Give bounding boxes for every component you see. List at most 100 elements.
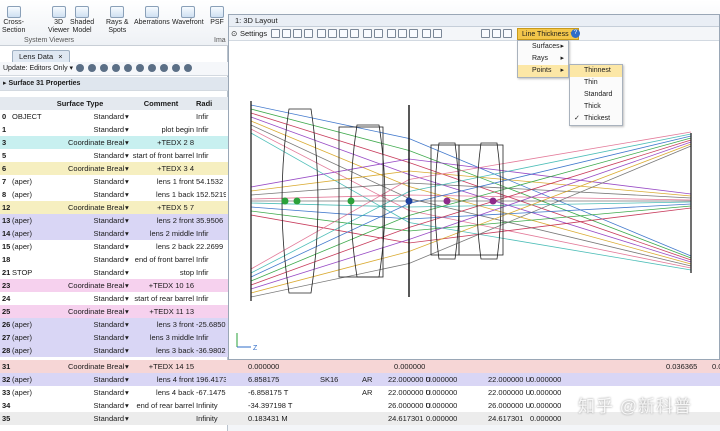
submenu-item-thickest[interactable]: ✓ Thickest <box>570 113 622 125</box>
table-row[interactable]: 13 (aper) Standard lens 2 front 35.9506 ▾ <box>0 214 228 227</box>
surface-type-cell[interactable]: Standard <box>68 175 124 188</box>
data-cell[interactable]: 0.000000 <box>426 399 482 412</box>
table-row[interactable]: 14 (aper) Standard lens 2 middle Infir ▾ <box>0 227 228 240</box>
close-icon[interactable]: × <box>58 52 62 61</box>
dropdown-chevron-icon[interactable]: ▾ <box>125 110 129 123</box>
surface-number[interactable]: 34 <box>2 399 14 412</box>
dropdown-chevron-icon[interactable]: ▾ <box>125 412 129 425</box>
table-row[interactable]: 8 (aper) Standard lens 1 back 152.5219 ▾ <box>0 188 228 201</box>
surface-name[interactable]: (aper) <box>12 331 68 344</box>
pan-icon[interactable] <box>374 29 383 38</box>
surface-type-cell[interactable]: Standard <box>68 227 124 240</box>
comment-cell[interactable]: +TEDX 3 4 <box>128 162 194 175</box>
refresh-icon[interactable] <box>271 29 280 38</box>
submenu-item-thinnest[interactable]: Thinnest <box>570 65 622 77</box>
settings-chevron-icon[interactable]: ⊙ <box>231 27 237 41</box>
dropdown-chevron-icon[interactable]: ▾ <box>125 227 129 240</box>
data-cell[interactable]: 0.000000 <box>394 360 450 373</box>
surface-name[interactable]: (aper) <box>12 240 68 253</box>
data-cell[interactable]: 0.183431 M <box>248 412 304 425</box>
window-icon[interactable] <box>433 29 442 38</box>
table-row[interactable]: 6 Coordinate Break +TEDX 3 4 ▾ <box>0 162 228 175</box>
surface-type-cell[interactable]: Coordinate Break <box>68 305 124 318</box>
submenu-item-thin[interactable]: Thin <box>570 77 622 89</box>
surface-type-cell[interactable]: Standard <box>68 266 124 279</box>
table-row[interactable]: 0 OBJECT Standard Infir ▾ <box>0 110 228 123</box>
surface-number[interactable]: 25 <box>2 305 14 318</box>
surface-name[interactable]: (aper) <box>12 227 68 240</box>
arrow-icon[interactable] <box>159 64 168 73</box>
surface-number[interactable]: 24 <box>2 292 14 305</box>
menu-item-surfaces[interactable]: Surfaces ▸ <box>518 41 568 53</box>
dropdown-chevron-icon[interactable]: ▾ <box>125 266 129 279</box>
radius-cell[interactable]: Infir <box>196 331 226 344</box>
data-cell[interactable]: 0.000000 <box>426 373 482 386</box>
rays-spots-button[interactable]: Rays & Spots <box>106 6 129 35</box>
submenu-item-thick[interactable]: Thick <box>570 101 622 113</box>
comment-cell[interactable]: lens 4 front <box>128 373 194 386</box>
surface-name[interactable]: (aper) <box>12 175 68 188</box>
surface-name[interactable]: (aper) <box>12 188 68 201</box>
surface-number[interactable]: 3 <box>2 136 14 149</box>
table-row[interactable]: 23 Coordinate Break +TEDX 10 16 ▾ <box>0 279 228 292</box>
table-row[interactable]: 27 (aper) Standard lens 3 middle Infir ▾ <box>0 331 228 344</box>
dropdown-chevron-icon[interactable]: ▾ <box>125 136 129 149</box>
radius-cell[interactable]: Infinity <box>196 399 226 412</box>
surface-name[interactable]: (aper) <box>12 344 68 357</box>
grid-view-icon[interactable] <box>481 29 490 38</box>
radius-cell[interactable]: 35.9506 <box>196 214 226 227</box>
z-icon[interactable] <box>183 64 192 73</box>
dropdown-chevron-icon[interactable]: ▾ <box>125 318 129 331</box>
surface-number[interactable]: 18 <box>2 253 14 266</box>
aberrations-button[interactable]: Aberrations <box>134 6 170 27</box>
radius-cell[interactable]: Infinity <box>196 412 226 425</box>
text-icon[interactable] <box>350 29 359 38</box>
radius-cell[interactable]: Infir <box>196 149 226 162</box>
camera-icon[interactable] <box>422 29 431 38</box>
surface-type-cell[interactable]: Coordinate Break <box>68 201 124 214</box>
lens-data-tab[interactable]: Lens Data × <box>12 50 70 62</box>
surface-properties-bar[interactable]: ▸ Surface 31 Properties <box>0 77 228 91</box>
surface-type-cell[interactable]: Coordinate Break <box>68 136 124 149</box>
table-row[interactable]: 7 (aper) Standard lens 1 front 54.1532 ▾ <box>0 175 228 188</box>
comment-cell[interactable]: end of front barrel <box>128 253 194 266</box>
psf-button[interactable]: PSF <box>210 6 224 27</box>
dropdown-chevron-icon[interactable]: ▾ <box>125 279 129 292</box>
table-row[interactable]: 3 Coordinate Break +TEDX 2 8 ▾ <box>0 136 228 149</box>
surface-name[interactable]: (aper) <box>12 386 68 399</box>
add-icon[interactable] <box>99 64 108 73</box>
submenu-item-standard[interactable]: Standard <box>570 89 622 101</box>
dropdown-chevron-icon[interactable]: ▾ <box>125 188 129 201</box>
dropdown-chevron-icon[interactable]: ▾ <box>70 65 74 72</box>
header-surface-type[interactable]: Surface Type <box>50 97 110 110</box>
comment-cell[interactable]: lens 2 middle <box>128 227 194 240</box>
comment-cell[interactable]: lens 1 front <box>128 175 194 188</box>
print-icon[interactable] <box>293 29 302 38</box>
wavefront-button[interactable]: Wavefront <box>172 6 204 27</box>
shaded-model-button[interactable]: Shaded Model <box>70 6 94 35</box>
rotate-icon[interactable] <box>398 29 407 38</box>
dimension-icon[interactable] <box>363 29 372 38</box>
radius-cell[interactable]: -67.147550 <box>196 386 226 399</box>
update-dropdown[interactable]: Update: Editors Only <box>3 65 68 72</box>
dropdown-chevron-icon[interactable]: ▾ <box>125 162 129 175</box>
table-row[interactable]: 32(aper)Standardlens 4 front196.417334▾6… <box>0 373 720 386</box>
data-cell[interactable]: -34.397198 T <box>248 399 304 412</box>
surface-type-cell[interactable]: Standard <box>68 240 124 253</box>
radius-cell[interactable]: Infir <box>196 253 226 266</box>
comment-cell[interactable]: start of rear barrel <box>128 292 194 305</box>
dropdown-chevron-icon[interactable]: ▾ <box>125 305 129 318</box>
surface-name[interactable]: (aper) <box>12 214 68 227</box>
table-row[interactable]: 24 Standard start of rear barrel Infir ▾ <box>0 292 228 305</box>
surface-type-cell[interactable]: Standard <box>68 188 124 201</box>
dropdown-chevron-icon[interactable]: ▾ <box>125 214 129 227</box>
3d-viewer-button[interactable]: 3D Viewer <box>48 6 69 35</box>
dropdown-chevron-icon[interactable]: ▾ <box>125 292 129 305</box>
surface-type-cell[interactable]: Standard <box>68 386 124 399</box>
data-cell[interactable]: 0.000000 <box>426 412 482 425</box>
table-row[interactable]: 15 (aper) Standard lens 2 back 22.2699 ▾ <box>0 240 228 253</box>
surface-type-cell[interactable]: Standard <box>68 318 124 331</box>
table-row[interactable]: 21 STOP Standard stop Infir ▾ <box>0 266 228 279</box>
ray-icon[interactable] <box>147 64 156 73</box>
comment-cell[interactable]: lens 1 back <box>128 188 194 201</box>
